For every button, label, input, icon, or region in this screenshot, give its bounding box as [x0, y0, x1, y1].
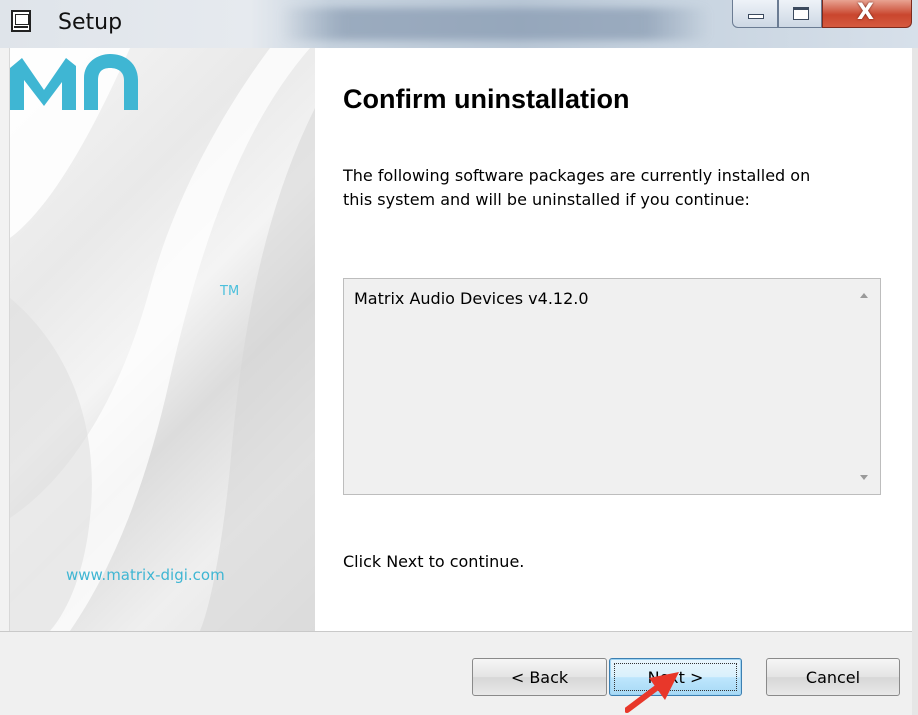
scroll-up-icon[interactable] [860, 293, 868, 298]
window-left-border [0, 48, 10, 631]
trademark-label: TM [220, 284, 240, 299]
back-button[interactable]: < Back [472, 658, 607, 696]
wizard-banner: TM www.matrix-digi.com [10, 48, 315, 631]
banner-swirl-graphic [10, 48, 315, 631]
cancel-button[interactable]: Cancel [766, 658, 900, 696]
minimize-button[interactable] [732, 0, 778, 28]
blurred-background-window-title [280, 8, 710, 40]
description-line-2: this system and will be uninstalled if y… [343, 190, 750, 209]
packages-listbox[interactable]: Matrix Audio Devices v4.12.0 [343, 278, 881, 495]
red-arrow-icon [625, 672, 679, 713]
description-line-1: The following software packages are curr… [343, 166, 811, 185]
minimize-icon [748, 14, 764, 19]
setup-app-icon[interactable] [11, 10, 31, 32]
list-item: Matrix Audio Devices v4.12.0 [354, 289, 589, 308]
close-button[interactable]: X [822, 0, 912, 28]
title-bar: Setup X [0, 0, 918, 48]
close-icon: X [857, 0, 874, 25]
window-title: Setup [58, 10, 123, 35]
page-title: Confirm uninstallation [343, 84, 630, 114]
matrix-audio-logo-icon [10, 54, 138, 110]
website-url: www.matrix-digi.com [66, 566, 225, 584]
continue-instruction: Click Next to continue. [343, 552, 525, 571]
maximize-button[interactable] [778, 0, 822, 28]
window-right-border [912, 48, 918, 715]
maximize-icon [793, 7, 809, 20]
scroll-down-icon[interactable] [860, 475, 868, 480]
